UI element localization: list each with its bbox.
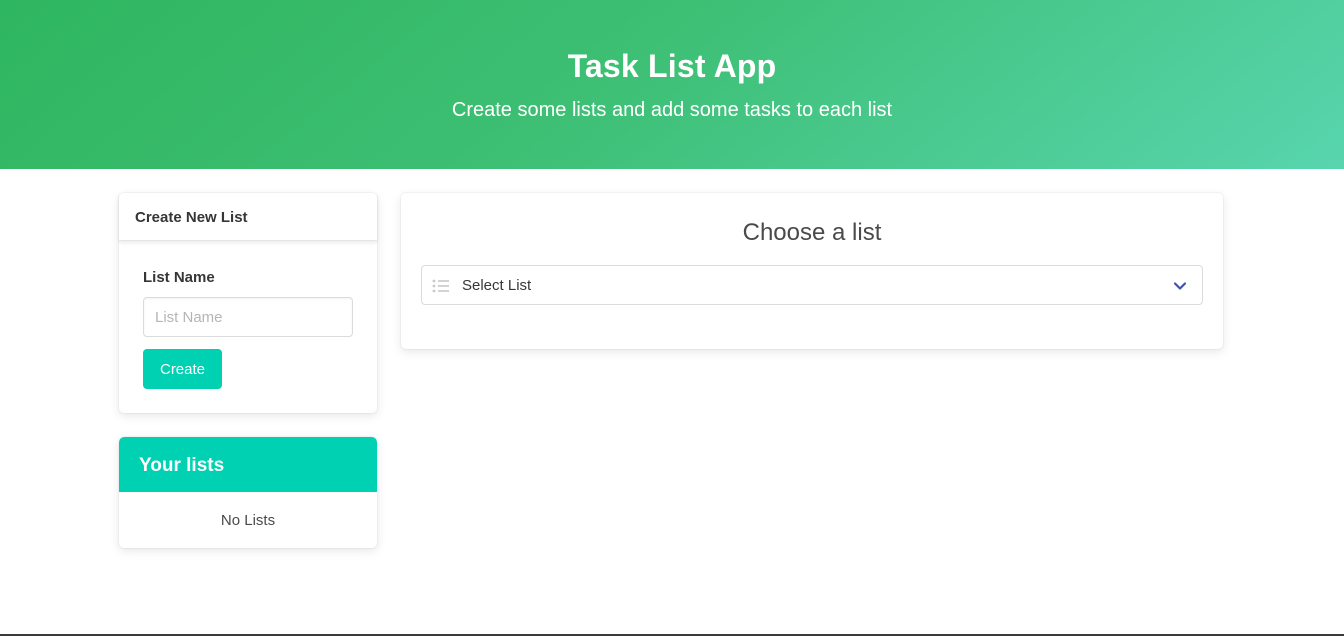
select-value: Select List [462,277,532,294]
choose-list-title: Choose a list [742,219,882,246]
app-title: Task List App [567,48,777,84]
create-button[interactable]: Create [143,349,222,389]
hero-banner: Task List App Create some lists and add … [0,0,1344,169]
your-lists-card: Your lists No Lists [119,437,377,548]
create-list-card: Create New List List Name Create [119,193,377,413]
choose-list-card: Choose a list Select List [401,193,1223,349]
list-select[interactable]: Select List [421,265,1203,305]
empty-lists-text: No Lists [220,512,276,529]
create-list-header: Create New List [119,193,377,241]
app-subtitle: Create some lists and add some tasks to … [451,99,893,121]
list-icon [432,279,449,293]
list-name-input[interactable] [143,297,353,337]
list-name-label: List Name [143,269,215,286]
chevron-down-icon [1173,282,1187,290]
your-lists-header: Your lists [119,437,377,492]
